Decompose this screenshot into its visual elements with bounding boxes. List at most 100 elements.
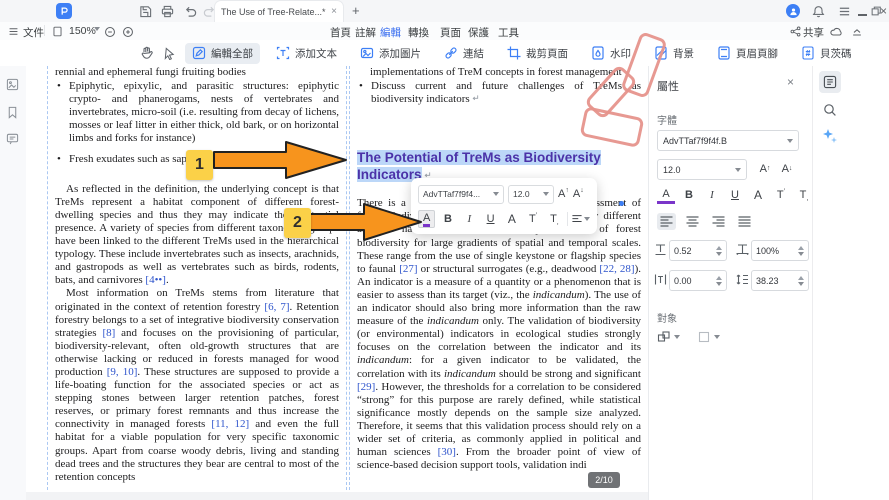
new-tab-button[interactable]: +	[352, 3, 360, 18]
align-left-button[interactable]	[657, 213, 676, 230]
italic-button[interactable]: I	[461, 210, 478, 228]
step2-badge: 2	[284, 208, 311, 238]
align-center-button[interactable]	[683, 213, 702, 230]
crop-page-label: 裁剪頁面	[526, 47, 568, 60]
fit-page-icon[interactable]	[52, 26, 63, 37]
zoom-out-icon[interactable]	[104, 26, 116, 38]
add-text-button[interactable]: 添加文本	[269, 43, 344, 64]
chevron-down-icon	[543, 192, 549, 196]
underline-button[interactable]: U	[482, 210, 499, 228]
spinner-arrows-icon[interactable]	[716, 245, 722, 256]
letter-case-button[interactable]: A	[749, 186, 767, 204]
add-image-button[interactable]: 添加圖片	[353, 43, 428, 64]
print-icon[interactable]	[161, 5, 174, 18]
font-size-select[interactable]: 12.0	[657, 159, 747, 180]
font-color-button[interactable]: A	[657, 186, 675, 204]
zoom-in-icon[interactable]	[122, 26, 134, 38]
font-family-value: AdvTTaf7f9f4f.B	[663, 135, 728, 146]
font-family-select[interactable]: AdvTTaf7f9f4...	[418, 184, 504, 204]
menu-tab-protect[interactable]: 保護	[468, 25, 489, 40]
alignment-button[interactable]	[572, 210, 590, 228]
italic-button[interactable]: I	[703, 186, 721, 204]
subscript-button[interactable]: T,	[546, 210, 563, 228]
bold-button[interactable]: B	[439, 210, 456, 228]
arrange-object-button[interactable]	[657, 330, 680, 344]
step1-arrow	[213, 141, 347, 179]
link-label: 連結	[463, 47, 484, 60]
crop-page-button[interactable]: 裁剪頁面	[500, 43, 575, 64]
save-icon[interactable]	[139, 5, 152, 18]
share-icon[interactable]	[790, 26, 801, 37]
notification-bell-icon[interactable]	[812, 5, 825, 18]
link-button[interactable]: 連結	[437, 43, 491, 64]
paragraph-return-icon	[472, 94, 479, 102]
spinner-arrows-icon[interactable]	[798, 275, 804, 286]
font-family-value: AdvTTaf7f9f4...	[423, 189, 481, 199]
ai-assistant-sparkle-icon[interactable]	[819, 125, 841, 147]
font-family-select[interactable]: AdvTTaf7f9f4f.B	[657, 130, 799, 151]
baseline-offset-icon	[654, 273, 667, 286]
increase-font-size-button[interactable]: A ↑	[755, 159, 775, 179]
titlebar: The Use of Tree-Relate...* × + ×	[0, 0, 889, 26]
subscript-button[interactable]: T,	[795, 186, 813, 204]
step2-arrow	[299, 203, 422, 241]
text-block-left-column[interactable]: rennial and ephemeral fungi fruiting bod…	[47, 66, 347, 500]
decrease-font-size-button[interactable]: A ↓	[777, 159, 797, 179]
comments-icon[interactable]	[6, 132, 19, 145]
tab-close-icon[interactable]: ×	[331, 6, 337, 17]
line-spacing-input[interactable]: 38.23	[751, 270, 809, 291]
cloud-sync-icon[interactable]	[830, 26, 842, 38]
file-menu[interactable]: 文件	[23, 25, 44, 40]
menu-tab-home[interactable]: 首頁	[330, 25, 351, 40]
chevron-down-icon	[787, 138, 793, 143]
spinner-arrows-icon[interactable]	[716, 275, 722, 286]
baseline-offset-input[interactable]: 0.00	[669, 270, 727, 291]
menu-tab-page[interactable]: 頁面	[440, 25, 461, 40]
header-footer-button[interactable]: 頁眉頁腳	[710, 43, 785, 64]
properties-panel-icon[interactable]	[819, 71, 841, 93]
decrease-font-size-button[interactable]: A ↓	[573, 187, 584, 200]
edit-all-button[interactable]: 編輯全部	[185, 42, 260, 64]
hand-tool-icon[interactable]	[140, 46, 154, 60]
document-tab-title: The Use of Tree-Relate...*	[221, 6, 326, 17]
horizontal-scale-input[interactable]: 100%	[751, 240, 809, 261]
add-image-label: 添加圖片	[379, 47, 421, 60]
letter-case-button[interactable]: A	[503, 210, 520, 228]
window-close-button[interactable]: ×	[880, 4, 887, 18]
bold-button[interactable]: B	[680, 186, 698, 204]
header-footer-label: 頁眉頁腳	[736, 47, 778, 60]
add-text-label: 添加文本	[295, 47, 337, 60]
font-size-select[interactable]: 12.0	[508, 184, 554, 204]
select-cursor-icon[interactable]	[163, 46, 176, 60]
chevron-down-icon	[493, 192, 499, 196]
bullet-marker: •	[57, 80, 61, 93]
menu-tab-tools[interactable]: 工具	[498, 25, 519, 40]
superscript-button[interactable]: Tʼ	[524, 210, 541, 228]
share-button[interactable]: 共享	[803, 25, 824, 40]
window-minimize-button[interactable]	[858, 14, 867, 16]
align-justify-button[interactable]	[735, 213, 754, 230]
char-spacing-input[interactable]: 0.52	[669, 240, 727, 261]
menu-tab-comment[interactable]: 註解	[355, 25, 376, 40]
superscript-button[interactable]: Tʼ	[772, 186, 790, 204]
increase-font-size-button[interactable]: A ↑	[558, 187, 569, 200]
align-right-button[interactable]	[709, 213, 728, 230]
document-tab[interactable]: The Use of Tree-Relate...* ×	[214, 0, 344, 22]
menu-tab-convert[interactable]: 轉換	[408, 25, 429, 40]
search-icon[interactable]	[819, 99, 841, 121]
object-style-button[interactable]	[697, 330, 720, 344]
bookmarks-icon[interactable]	[6, 106, 19, 119]
panel-close-icon[interactable]: ×	[787, 75, 794, 89]
char-spacing-icon	[654, 243, 667, 256]
account-avatar[interactable]	[786, 4, 800, 18]
underline-button[interactable]: U	[726, 186, 744, 204]
window-menu-icon[interactable]	[838, 5, 851, 18]
chevron-down-icon	[735, 167, 741, 172]
collapse-toolbar-icon[interactable]	[851, 26, 863, 38]
page-thumbnails-icon[interactable]	[6, 78, 19, 91]
right-icon-strip	[812, 66, 889, 500]
zoom-level-value[interactable]: 150%	[69, 25, 96, 37]
spinner-arrows-icon[interactable]	[798, 245, 804, 256]
undo-icon[interactable]	[184, 5, 197, 18]
bates-number-button[interactable]: 貝茨碼	[794, 43, 859, 64]
